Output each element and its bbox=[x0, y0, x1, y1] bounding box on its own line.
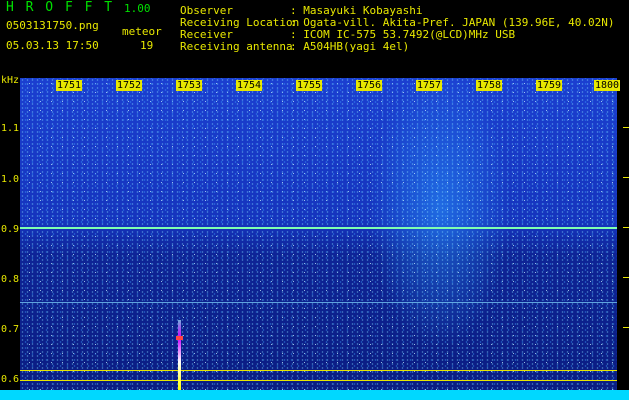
x-tick-label: 1759 bbox=[536, 80, 563, 91]
x-tick-label: 1757 bbox=[416, 80, 443, 91]
app-version: 1.00 bbox=[124, 2, 151, 15]
x-tick-label: 1751 bbox=[56, 80, 83, 91]
x-tick-label: 1800 bbox=[594, 80, 621, 91]
y-tick-label: 0.6 bbox=[1, 374, 20, 385]
x-tick-label: 1752 bbox=[116, 80, 143, 91]
app-title: H R O F F T bbox=[6, 0, 115, 15]
filename: 0503131750.png bbox=[6, 19, 99, 32]
y-tick-label: 0.9 bbox=[1, 224, 20, 235]
meteor-echo bbox=[178, 320, 181, 390]
meteor-count: 19 bbox=[140, 39, 154, 52]
y-unit-label: kHz bbox=[1, 75, 20, 86]
upper-marker-line bbox=[20, 370, 617, 371]
spectrogram-noise bbox=[20, 78, 617, 400]
y-tick-label: 0.7 bbox=[1, 324, 20, 335]
y-axis: kHz 1.1 1.0 0.9 0.8 0.7 0.6 bbox=[0, 75, 20, 400]
reference-line bbox=[20, 302, 617, 303]
x-tick-label: 1756 bbox=[356, 80, 383, 91]
right-tick bbox=[623, 227, 629, 228]
y-tick-label: 1.0 bbox=[1, 174, 20, 185]
timestamp: 05.03.13 17:50 bbox=[6, 39, 99, 52]
lower-marker-line bbox=[20, 380, 617, 381]
y-tick-label: 1.1 bbox=[1, 123, 20, 134]
signal-strength-bar bbox=[0, 390, 629, 400]
x-tick-label: 1755 bbox=[296, 80, 323, 91]
carrier-line bbox=[20, 227, 617, 229]
x-tick-label: 1753 bbox=[176, 80, 203, 91]
x-tick-label: 1758 bbox=[476, 80, 503, 91]
meteor-head bbox=[176, 336, 183, 340]
right-tick bbox=[623, 177, 629, 178]
x-tick-label: 1754 bbox=[236, 80, 263, 91]
header-panel: H R O F F T 1.00 0503131750.png meteor 0… bbox=[0, 0, 629, 78]
right-tick bbox=[623, 127, 629, 128]
spectrogram-plot bbox=[20, 78, 617, 400]
right-tick bbox=[623, 327, 629, 328]
info-antenna-label: Receiving antenna bbox=[180, 40, 293, 53]
mode-label: meteor bbox=[122, 25, 162, 38]
right-tick bbox=[623, 277, 629, 278]
info-antenna-value: : A504HB(yagi 4el) bbox=[290, 40, 410, 53]
y-tick-label: 0.8 bbox=[1, 274, 20, 285]
